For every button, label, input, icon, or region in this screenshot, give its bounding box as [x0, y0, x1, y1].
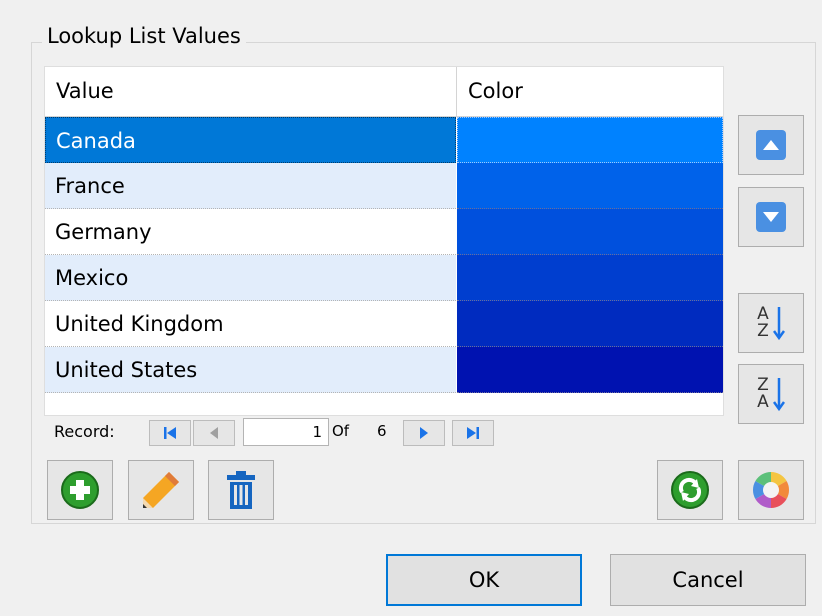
- refresh-icon: [671, 471, 709, 509]
- value-cell[interactable]: Germany: [45, 209, 456, 255]
- color-button[interactable]: [738, 460, 804, 520]
- table-row[interactable]: United Kingdom: [45, 301, 723, 347]
- trash-icon: [227, 471, 255, 509]
- pencil-icon: [143, 472, 179, 508]
- value-cell[interactable]: Mexico: [45, 255, 456, 301]
- refresh-button[interactable]: [657, 460, 723, 520]
- add-button[interactable]: [47, 460, 113, 520]
- color-wheel-icon: [752, 472, 790, 508]
- table-row[interactable]: Mexico: [45, 255, 723, 301]
- table-row[interactable]: France: [45, 163, 723, 209]
- edit-button[interactable]: [128, 460, 194, 520]
- current-record-input[interactable]: 1: [243, 418, 329, 446]
- value-cell[interactable]: United Kingdom: [45, 301, 456, 347]
- grid-header: Value Color: [45, 67, 723, 117]
- arrow-down-icon: [756, 202, 786, 232]
- previous-record-button[interactable]: [193, 420, 235, 446]
- move-down-button[interactable]: [738, 187, 804, 247]
- first-record-icon: [164, 427, 176, 439]
- table-row[interactable]: Germany: [45, 209, 723, 255]
- record-total: 6: [377, 422, 387, 440]
- sort-az-icon: A Z: [757, 305, 785, 341]
- first-record-button[interactable]: [149, 420, 191, 446]
- table-row[interactable]: Canada: [45, 117, 723, 163]
- color-cell[interactable]: [457, 347, 723, 393]
- sort-descending-button[interactable]: Z A: [738, 364, 804, 424]
- next-record-icon: [420, 427, 428, 439]
- color-cell[interactable]: [457, 163, 723, 209]
- cancel-button[interactable]: Cancel: [610, 554, 806, 606]
- arrow-up-icon: [756, 130, 786, 160]
- previous-record-icon: [210, 427, 218, 439]
- last-record-button[interactable]: [452, 420, 494, 446]
- sort-az-bottom: Z: [757, 321, 769, 341]
- plus-circle-icon: [61, 471, 99, 509]
- last-record-icon: [467, 427, 479, 439]
- sort-za-bottom: A: [757, 392, 769, 412]
- value-cell[interactable]: Canada: [45, 117, 456, 163]
- record-of-label: Of: [332, 422, 350, 440]
- color-cell[interactable]: [457, 301, 723, 347]
- column-header-value[interactable]: Value: [45, 67, 457, 116]
- column-header-color[interactable]: Color: [457, 67, 723, 116]
- values-grid[interactable]: Value Color Canada France Germany Mexico Uni…: [44, 66, 724, 416]
- next-record-button[interactable]: [403, 420, 445, 446]
- record-label: Record:: [54, 422, 115, 441]
- group-title: Lookup List Values: [42, 24, 246, 48]
- sort-ascending-button[interactable]: A Z: [738, 293, 804, 353]
- value-cell[interactable]: United States: [45, 347, 456, 393]
- delete-button[interactable]: [208, 460, 274, 520]
- move-up-button[interactable]: [738, 115, 804, 175]
- ok-button[interactable]: OK: [386, 554, 582, 606]
- table-row[interactable]: United States: [45, 347, 723, 393]
- color-cell[interactable]: [457, 117, 723, 163]
- value-cell[interactable]: France: [45, 163, 456, 209]
- color-cell[interactable]: [457, 209, 723, 255]
- sort-za-icon: Z A: [757, 376, 785, 412]
- color-cell[interactable]: [457, 255, 723, 301]
